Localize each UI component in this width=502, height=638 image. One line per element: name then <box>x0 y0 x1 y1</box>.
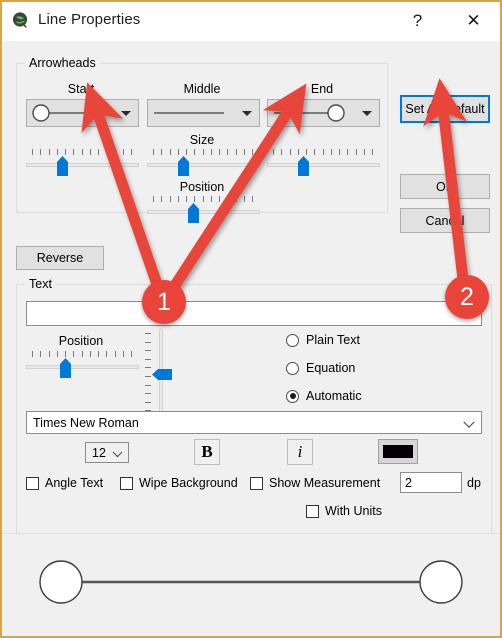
radio-automatic[interactable]: Automatic <box>286 389 362 403</box>
arrowhead-middle-size-slider[interactable] <box>147 149 260 176</box>
font-family-value: Times New Roman <box>33 415 139 430</box>
radio-equation-label: Equation <box>306 361 356 375</box>
app-icon <box>12 12 28 28</box>
circle-end-preview-icon <box>274 104 345 122</box>
text-input[interactable] <box>26 301 482 326</box>
slider-thumb[interactable] <box>298 156 309 176</box>
line-preview-pane <box>2 533 500 636</box>
font-size-value: 12 <box>92 445 106 460</box>
slider-ticks <box>147 149 260 156</box>
annotation-badge-2: 2 <box>445 275 489 319</box>
radio-equation[interactable]: Equation <box>286 361 355 375</box>
checkbox-with-units-label: With Units <box>325 504 382 518</box>
arrowhead-end-combo[interactable] <box>267 99 380 127</box>
arrowheads-group-label: Arrowheads <box>25 56 100 70</box>
arrowhead-size-label: Size <box>189 133 215 147</box>
help-button[interactable]: ? <box>395 2 440 40</box>
radio-circle-icon <box>286 389 299 403</box>
checkbox-box-icon <box>250 476 263 490</box>
text-position-slider[interactable] <box>26 351 139 378</box>
checkbox-with-units[interactable]: With Units <box>306 504 382 518</box>
arrowhead-end-size-slider[interactable] <box>267 149 380 176</box>
arrowhead-middle-label: Middle <box>183 82 221 96</box>
bold-button[interactable]: B <box>194 439 220 465</box>
chevron-down-icon <box>112 446 123 457</box>
slider-track <box>26 365 139 369</box>
arrowhead-start-label: Start <box>67 82 95 96</box>
arrowhead-start-combo[interactable] <box>26 99 139 127</box>
arrowhead-middle-combo[interactable] <box>147 99 260 127</box>
cancel-button[interactable]: Cancel <box>400 208 490 233</box>
chevron-down-icon <box>463 416 475 428</box>
arrowhead-start-size-slider[interactable] <box>26 149 139 176</box>
slider-track <box>267 163 380 167</box>
slider-ticks <box>145 329 152 423</box>
radio-circle-icon <box>286 333 299 347</box>
close-button[interactable]: ✕ <box>451 2 496 40</box>
slider-thumb[interactable] <box>152 369 172 380</box>
font-family-combo[interactable]: Times New Roman <box>26 411 482 434</box>
checkbox-angle-text[interactable]: Angle Text <box>26 476 103 490</box>
ok-button[interactable]: OK <box>400 174 490 199</box>
checkbox-box-icon <box>306 504 319 518</box>
line-properties-dialog: Line Properties ? ✕ Arrowheads Start Mid… <box>0 0 502 638</box>
slider-thumb[interactable] <box>60 358 71 378</box>
slider-thumb[interactable] <box>178 156 189 176</box>
window-title: Line Properties <box>38 11 141 28</box>
text-group-label: Text <box>25 277 56 291</box>
chevron-down-icon <box>121 111 131 116</box>
decimal-places-unit-label: dp <box>467 476 481 490</box>
slider-ticks <box>267 149 380 156</box>
arrowhead-position-label: Position <box>179 180 225 194</box>
checkbox-box-icon <box>26 476 39 490</box>
arrowhead-end-label: End <box>310 82 334 96</box>
chevron-down-icon <box>362 111 372 116</box>
title-bar: Line Properties ? ✕ <box>2 2 500 42</box>
slider-track <box>147 163 260 167</box>
slider-thumb[interactable] <box>57 156 68 176</box>
text-vertical-offset-slider[interactable] <box>145 329 172 423</box>
chevron-down-icon <box>242 111 252 116</box>
text-color-button[interactable] <box>378 439 418 464</box>
slider-ticks <box>26 351 139 358</box>
slider-track <box>147 210 260 214</box>
checkbox-angle-text-label: Angle Text <box>45 476 104 490</box>
radio-plain-text[interactable]: Plain Text <box>286 333 360 347</box>
font-size-combo[interactable]: 12 <box>85 442 129 463</box>
italic-button[interactable]: i <box>287 439 313 465</box>
plain-line-preview-icon <box>154 112 224 114</box>
annotation-badge-1: 1 <box>142 280 186 324</box>
color-swatch <box>383 445 413 458</box>
checkbox-show-measurement[interactable]: Show Measurement <box>250 476 380 490</box>
slider-ticks <box>147 196 260 203</box>
slider-ticks <box>26 149 139 156</box>
slider-thumb[interactable] <box>188 203 199 223</box>
circle-start-preview-icon <box>32 104 103 122</box>
arrowhead-position-slider[interactable] <box>147 196 260 223</box>
decimal-places-input[interactable]: 2 <box>400 472 462 493</box>
radio-automatic-label: Automatic <box>306 389 362 403</box>
checkbox-wipe-background-label: Wipe Background <box>139 476 238 490</box>
radio-plain-text-label: Plain Text <box>306 333 360 347</box>
radio-circle-icon <box>286 361 299 375</box>
set-as-default-button[interactable]: Set As Default <box>400 95 490 123</box>
checkbox-wipe-background[interactable]: Wipe Background <box>120 476 238 490</box>
checkbox-box-icon <box>120 476 133 490</box>
reverse-button[interactable]: Reverse <box>16 246 104 270</box>
text-position-label: Position <box>58 334 104 348</box>
line-preview-graphic <box>39 560 463 604</box>
checkbox-show-measurement-label: Show Measurement <box>269 476 381 490</box>
slider-track <box>26 163 139 167</box>
